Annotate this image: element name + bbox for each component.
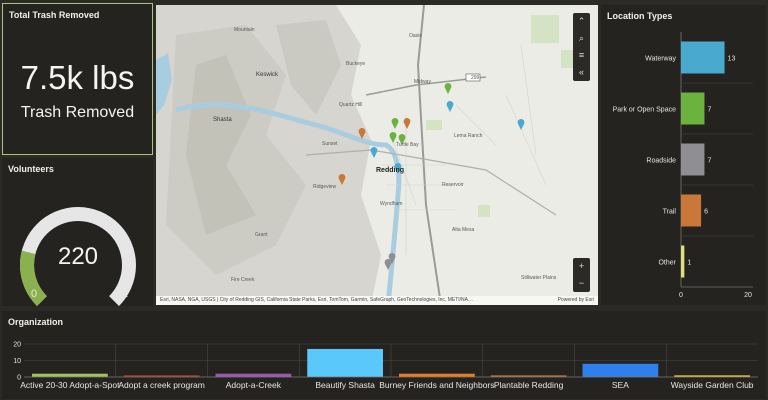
total-trash-panel: Total Trash Removed 7.5k lbs Trash Remov… [2, 3, 153, 155]
map-toolbar: ⌃ ⌕ ≡ « [573, 13, 590, 81]
map-label-sunset: Sunset [322, 141, 338, 147]
location-types-panel: Location Types Waterway 13 Park or Open Sp… [601, 5, 766, 305]
volunteers-value: 220 [58, 243, 98, 270]
loc-value-label: 13 [728, 56, 736, 63]
organization-panel: Organization 0 10 20 Active 20-30 Adopt-a-S… [2, 311, 766, 399]
loc-value-label: 7 [707, 107, 711, 114]
org-category-label: Active 20-30 Adopt-a-Spot [20, 380, 120, 390]
org-category-label: Adopt-a-Creek [226, 380, 282, 390]
location-types-chart: Waterway 13 Park or Open Space 7 Roadside 7 Tr… [613, 32, 753, 299]
map-label-shasta: Shasta [213, 117, 232, 123]
map-label-turtle-bay: Turtle Bay [396, 142, 419, 148]
org-y-tick-label: 20 [13, 342, 21, 349]
loc-x-tick-label: 20 [744, 292, 752, 299]
gauge-max-label: 1k [116, 288, 128, 300]
loc-category-label: Trail [663, 209, 677, 216]
loc-bar [681, 194, 702, 227]
map-label-oasis: Oasis [409, 33, 422, 39]
organization-chart: 01020Active 20-30 Adopt-a-SpotAdopt a cr… [13, 342, 758, 390]
map-label-buckeye: Buckeye [346, 61, 366, 67]
org-bar [399, 373, 475, 377]
expand-icon[interactable]: ⌃ [573, 13, 590, 30]
loc-x-tick-label: 0 [679, 292, 683, 299]
loc-bar [681, 92, 705, 125]
map-label-quartz-hill: Quartz Hill [339, 102, 363, 108]
org-category-label: Beautify Shasta [315, 380, 375, 390]
org-category-label: Adopt a creek program [118, 380, 204, 390]
powered-by[interactable]: Powered by Esri [558, 296, 594, 305]
map-label-alta-mesa: Alta Mesa [452, 227, 475, 233]
zoom-controls: + − [573, 258, 590, 292]
org-category-label: Plantable Redding [494, 380, 564, 390]
org-bar [582, 363, 659, 377]
loc-value-label: 6 [704, 209, 708, 216]
map-label-mountain: Mountain [234, 27, 255, 33]
zoom-out-icon[interactable]: − [573, 275, 590, 292]
list-icon[interactable]: ≡ [573, 47, 590, 64]
search-icon[interactable]: ⌕ [573, 30, 590, 47]
total-trash-value: 7.5k lbs [20, 59, 135, 96]
map-attribution: Esri, NASA, NGA, USGS | City of Redding … [156, 296, 598, 305]
collapse-icon[interactable]: « [573, 64, 590, 81]
map-label-ridgeview: Ridgeview [313, 184, 337, 190]
map-label-wyndham: Wyndham [380, 201, 403, 207]
org-category-label: Wayside Garden Club [671, 380, 754, 390]
org-category-label: SEA [612, 380, 629, 390]
gauge-min-label: 0 [31, 288, 37, 300]
total-trash-subtitle: Trash Removed [20, 104, 135, 121]
org-category-label: Burney Friends and Neighbors [379, 380, 494, 390]
map-label-reservoir: Reservoir [442, 182, 464, 188]
map-panel[interactable]: Mountain Keswick Oasis Buckeye Quartz Hi… [156, 5, 598, 305]
attribution-text: Esri, NASA, NGA, USGS | City of Redding … [160, 297, 473, 303]
loc-bar [681, 143, 705, 176]
map-label-keswick: Keswick [256, 72, 279, 78]
volunteers-title: Volunteers [8, 164, 54, 174]
org-y-tick-label: 10 [13, 358, 21, 365]
org-bar [307, 348, 383, 377]
map-label-redding: Redding [376, 167, 404, 174]
loc-category-label: Waterway [645, 56, 676, 63]
volunteers-gauge: 220 0 1k [20, 207, 136, 306]
loc-bar [681, 245, 685, 278]
map-canvas[interactable] [156, 5, 598, 305]
loc-category-label: Roadside [646, 158, 676, 165]
loc-category-label: Other [658, 260, 676, 267]
map-label-fire-creek: Fire Creek [231, 277, 255, 283]
loc-category-label: Park or Open Space [613, 107, 677, 114]
org-bar [215, 373, 292, 377]
total-trash-title: Total Trash Removed [9, 10, 100, 20]
map-label-midway: Midway [414, 79, 431, 85]
loc-bar [681, 41, 725, 74]
map-label-hwy: 299 [471, 75, 480, 81]
map-label-stillwater: Stillwater Plains [521, 275, 557, 281]
volunteers-panel: Volunteers 220 0 1k [2, 158, 153, 306]
loc-value-label: 7 [707, 158, 711, 165]
org-bar [32, 373, 108, 377]
loc-value-label: 1 [687, 260, 691, 267]
zoom-in-icon[interactable]: + [573, 258, 590, 275]
map-label-lema-ranch: Lema Ranch [454, 133, 483, 139]
map-label-grant: Grant [255, 232, 268, 238]
